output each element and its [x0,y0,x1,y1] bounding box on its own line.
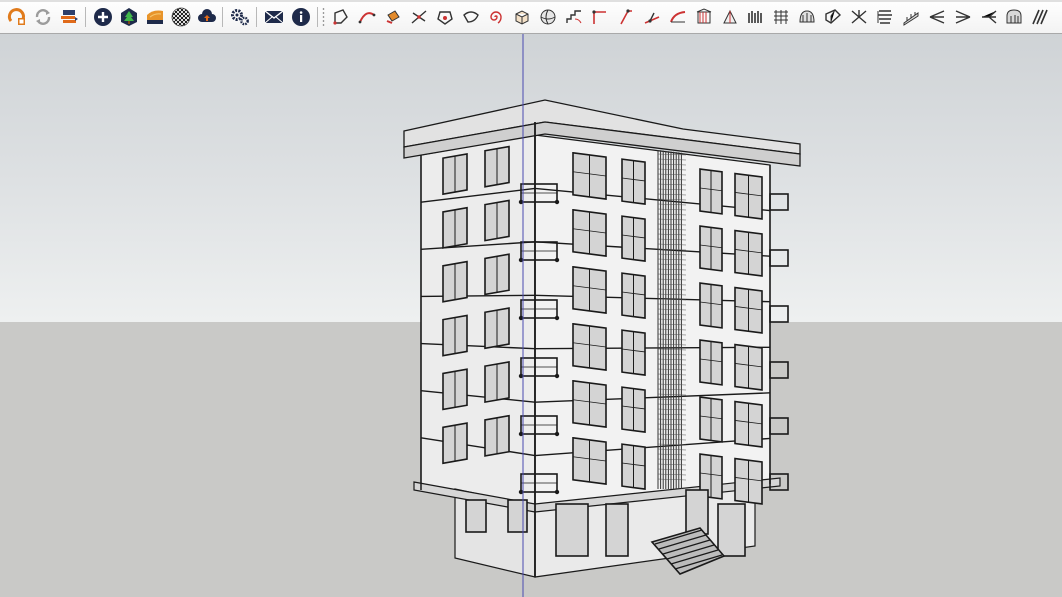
layers-stack-icon[interactable] [58,6,80,28]
shape-icon[interactable] [434,6,456,28]
ground-window-front [555,503,589,557]
ground-window-left [507,499,528,533]
angle-icon[interactable] [615,6,637,28]
balcony-right [769,417,789,435]
stripes-icon[interactable] [1029,6,1051,28]
arc-line-icon[interactable] [641,6,663,28]
sandbox-terrain-icon[interactable] [144,6,166,28]
columns-icon[interactable] [744,6,766,28]
building-model[interactable] [0,34,1062,597]
3d-viewport[interactable] [0,34,1062,597]
checker-material-icon[interactable] [170,6,192,28]
gears-icon[interactable] [229,6,251,28]
split-lines-icon[interactable] [926,6,948,28]
lasso-icon[interactable] [460,6,482,28]
select-edge-icon[interactable] [330,6,352,28]
extension-warehouse-icon[interactable] [6,6,28,28]
balcony-right [769,249,789,267]
toolbar-separator [317,7,318,27]
balcony-right [769,193,789,211]
rotate-object-icon[interactable] [693,6,715,28]
lattice-icon[interactable] [770,6,792,28]
tree-component-icon[interactable] [118,6,140,28]
ground-window-left [465,499,487,533]
diverge-lines-icon[interactable] [978,6,1000,28]
shell-icon[interactable] [796,6,818,28]
fan-icon[interactable] [848,6,870,28]
balcony-right [769,305,789,323]
toolbar-grip[interactable] [322,7,325,27]
box-icon[interactable] [511,6,533,28]
vertex-dot [554,489,560,495]
entrance-door [685,489,709,535]
mail-icon[interactable] [263,6,285,28]
toolbar [0,0,1062,34]
info-icon[interactable] [290,6,312,28]
corner-line-icon[interactable] [589,6,611,28]
add-circle-icon[interactable] [92,6,114,28]
bucket-icon[interactable] [382,6,404,28]
toolbar-separator [85,7,86,27]
stairs-profile-icon[interactable] [563,6,585,28]
triangle-select-icon[interactable] [719,6,741,28]
balcony-right [769,361,789,379]
vertex-dot [554,373,560,379]
toolbar-separator [256,7,257,27]
ground-window-front [717,503,746,557]
toolbar-top-border [0,0,1062,2]
curve-icon[interactable] [356,6,378,28]
spiral-icon[interactable] [485,6,507,28]
sphere-icon[interactable] [537,6,559,28]
sweep-curve-icon[interactable] [667,6,689,28]
vertex-dot [554,257,560,263]
vertex-dot [554,315,560,321]
merge-lines-icon[interactable] [952,6,974,28]
toolbar-separator [222,7,223,27]
vertex-dot [554,199,560,205]
roll-icon[interactable] [1003,6,1025,28]
stack-icon[interactable] [874,6,896,28]
vertex-dot [554,431,560,437]
ramp-icon[interactable] [900,6,922,28]
ground-window-front [605,503,629,557]
refresh-icon[interactable] [32,6,54,28]
cloud-upload-icon[interactable] [196,6,218,28]
line-cut-icon[interactable] [408,6,430,28]
peel-face-icon[interactable] [822,6,844,28]
